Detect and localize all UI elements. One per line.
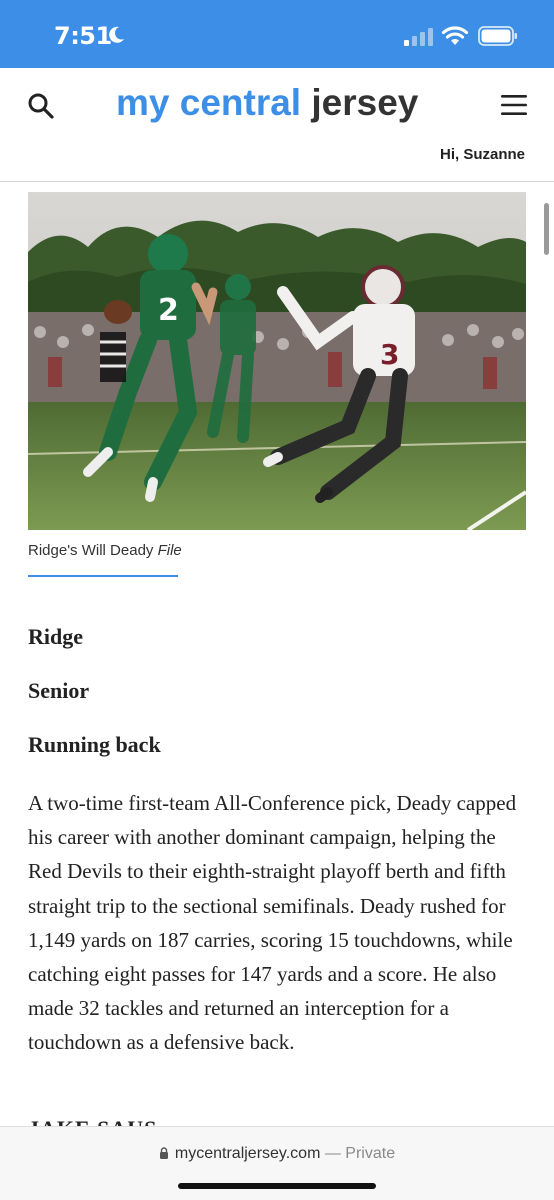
wifi-icon [441,26,469,45]
url-display[interactable]: mycentraljersey.com — Private [0,1145,554,1163]
article-photo[interactable]: 2 3 [28,192,526,530]
status-time: 7:51 [54,22,112,50]
logo-jersey: jersey [311,82,419,123]
scroll-indicator [544,203,549,255]
site-logo[interactable]: my central jersey [116,82,418,124]
home-indicator[interactable] [178,1183,376,1189]
site-header: my central jersey Hi, Suzanne [0,68,554,182]
user-greeting[interactable]: Hi, Suzanne [440,146,525,163]
caption-divider [28,575,178,577]
player-school: Ridge [28,624,83,649]
url-domain: mycentraljersey.com [174,1145,321,1162]
search-icon[interactable] [27,92,55,120]
moon-icon [109,26,124,43]
svg-text:3: 3 [380,338,399,371]
private-mode-label: Private [345,1145,396,1162]
logo-my-central: my central [116,82,302,123]
photo-credit: File [157,542,182,559]
photo-caption: Ridge's Will Deady File [28,542,182,559]
hamburger-menu-icon[interactable] [500,94,528,116]
status-bar: 7:51 [0,0,554,68]
svg-text:2: 2 [158,293,179,328]
url-separator: — [320,1145,346,1162]
player-grade: Senior [28,678,90,703]
article-paragraph: A two-time first-team All-Conference pic… [28,791,517,1055]
lock-icon [159,1147,168,1159]
cellular-signal-icon [404,28,433,46]
player-position: Running back [28,732,161,757]
caption-text: Ridge's Will Deady [28,542,154,559]
football-action-image: 2 3 [28,192,526,530]
battery-icon [478,26,517,46]
